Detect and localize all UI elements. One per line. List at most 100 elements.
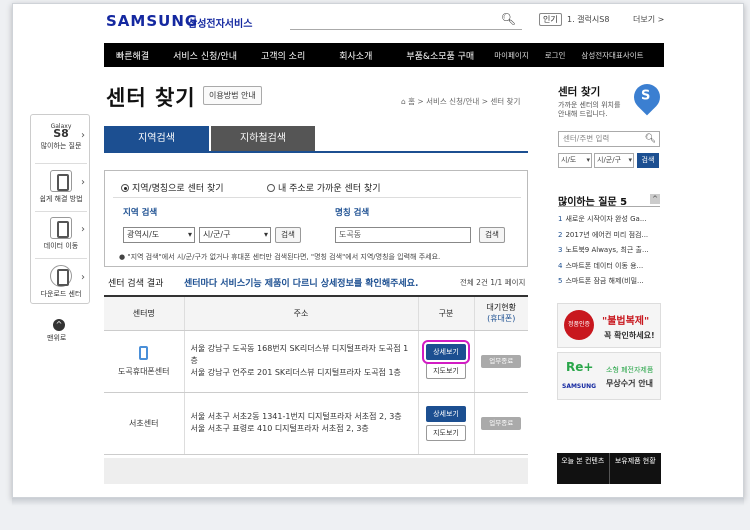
chevron-down-icon: ▾ [628,156,632,164]
chevron-down-icon: ▾ [586,156,590,164]
faq-text: 노트북9 Always, 최근 출... [565,246,649,254]
howto-button[interactable]: 이용방법 안내 [203,86,262,105]
gnb-login[interactable]: 로그인 [537,50,574,61]
scroll-top-button[interactable]: ^ [53,319,65,331]
owned-products-tab[interactable]: 보유제품 현황 [608,453,662,484]
radio-near-label: 내 주소로 가까운 센터 찾기 [278,184,381,194]
gnb-quick-fix[interactable]: 빠른해결 [104,49,161,62]
anti-piracy-banner[interactable]: 정품인증 "불법복제" 꼭 확인하세요! [557,303,661,348]
address-cell: 서울 서초구 서초2동 1341-1번지 디지털프라자 서초점 2, 3층 서울… [183,392,418,455]
name-search-input[interactable]: 도곡동 [335,227,471,243]
name-search-button[interactable]: 검색 [479,227,505,243]
district-select[interactable]: 시/군/구 ▾ [199,227,271,243]
radio-near-address[interactable]: 내 주소로 가까운 센터 찾기 [267,181,381,194]
list-item[interactable]: 5 스마트폰 잠금 해제(비밀... [558,274,662,290]
recycle-banner[interactable]: Re+ SAMSUNG 소형 폐전자제품 무상수거 안내 [557,352,661,400]
tab-region-search[interactable]: 지역검색 [104,126,209,151]
side-search-input[interactable]: 센터/주변 입력 🔍︎ [558,131,660,147]
divider [35,163,87,164]
quick-download-label: 다운로드 센터 [40,290,82,298]
phone-lock-icon [50,170,72,192]
status-badge: 업무종료 [481,354,522,368]
gnb-company-intro[interactable]: 회사소개 [317,49,394,62]
map-button[interactable]: 지도보기 [426,424,466,441]
side-footer-tabs: 오늘 본 컨텐츠 보유제품 현황 [557,453,661,484]
search-note: ● "지역 검색"에서 시/군/구가 없거나 휴대폰 센터만 검색된다면, "명… [119,253,441,261]
quick-galaxy-s8[interactable]: Galaxy S8 › 많이하는 질문 [31,123,91,151]
address-old: 서울 서초구 서초2동 1341-1번지 디지털프라자 서초점 2, 3층 [190,412,402,421]
list-item[interactable]: 4 스마트폰 데이터 이동 용... [558,259,662,275]
divider [35,258,87,259]
divider [558,206,660,207]
chevron-right-icon: › [81,272,85,283]
gnb-mypage[interactable]: 마이페이지 [486,50,537,61]
more-link[interactable]: 더보기 > [633,14,664,25]
tab-subway-search[interactable]: 지하철검색 [211,126,315,151]
wait-status-sub: (휴대폰) [487,314,516,324]
table-row: 서초센터 서울 서초구 서초2동 1341-1번지 디지털프라자 서초점 2, … [104,392,528,455]
list-item[interactable]: 3 노트북9 Always, 최근 출... [558,243,662,259]
popular-tag: 인기 [539,13,562,26]
side-search-button[interactable]: 검색 [637,153,659,168]
gnb-samsung-site[interactable]: 삼성전자대표사이트 [573,50,651,61]
side-search-placeholder: 센터/주변 입력 [563,134,610,143]
quick-data-move[interactable]: › 데이터 이동 [31,217,91,251]
faq-num: 3 [558,246,563,254]
wait-cell: 업무종료 [473,392,528,455]
samsung-logo[interactable]: SAMSUNG [106,12,198,30]
quick-menu: Galaxy S8 › 많이하는 질문 › 쉽게 해결 방법 › 데이터 이동 … [30,114,90,304]
radio-region-name[interactable]: 지역/명칭으로 센터 찾기 [121,181,224,194]
gnb-parts-purchase[interactable]: 부품&소모품 구매 [394,49,486,62]
map-button[interactable]: 지도보기 [426,362,466,379]
side-district-select[interactable]: 시/군/구 ▾ [594,153,634,168]
center-name[interactable]: 도곡휴대폰센터 [118,367,170,376]
quick-download[interactable]: › 다운로드 센터 [31,265,91,299]
divider [35,211,87,212]
quick-easy-fix[interactable]: › 쉽게 해결 방법 [31,170,91,204]
faq-num: 2 [558,230,563,239]
radio-checked-icon [121,184,129,192]
faq-num: 1 [558,215,563,223]
region-search-button[interactable]: 검색 [275,227,301,243]
divider [113,197,521,198]
scroll-top-label[interactable]: 맨위로 [47,333,66,343]
faq-list: 1 새로운 시작이자 완성 Ga... 2 2017년 에어컨 미리 점검... 3… [558,212,662,290]
city-select[interactable]: 광역시/도 ▾ [123,227,195,243]
banner1-title: "불법복제" [602,316,650,327]
list-item[interactable]: 1 새로운 시작이자 완성 Ga... [558,212,662,228]
faq-collapse-button[interactable]: ^ [650,194,660,204]
center-name-cell: 서초센터 [104,392,184,455]
popular-keyword[interactable]: 1. 갤럭시S8 [567,14,609,25]
center-name[interactable]: 서초센터 [129,419,158,428]
quick-easy-fix-label: 쉽게 해결 방법 [39,195,83,203]
logo-subtitle[interactable]: 삼성전자서비스 [188,15,252,30]
detail-button[interactable]: 상세보기 [422,339,470,364]
list-item[interactable]: 2 2017년 에어컨 미리 점검... [558,228,662,244]
detail-button[interactable]: 상세보기 [426,405,466,422]
search-box: 지역/명칭으로 센터 찾기 내 주소로 가까운 센터 찾기 지역 검색 명칭 검… [104,170,528,267]
recent-content-tab[interactable]: 오늘 본 컨텐츠 [557,453,609,484]
col-wait-status: 대기현황 (휴대폰) [473,295,528,331]
side-city-select[interactable]: 시/도 ▾ [558,153,592,168]
map-pin-letter: S [641,88,651,104]
top-search-input[interactable]: 🔍︎ [290,10,522,30]
gnb-customer-voice[interactable]: 고객의 소리 [249,49,317,62]
faq-num: 5 [558,277,563,285]
district-select-value: 시/군/구 [203,230,231,239]
search-icon[interactable]: 🔍︎ [645,132,656,146]
radio-region-label: 지역/명칭으로 센터 찾기 [132,184,224,194]
address-old: 서울 강남구 도곡동 168번지 SK리더스뷰 디지털프라자 도곡점 1층 [190,344,409,365]
result-notice-link[interactable]: 센터마다 서비스기능 제품이 다르니 상세정보를 확인해주세요. [184,276,418,289]
search-icon[interactable]: 🔍︎ [501,12,516,26]
side-desc-line1: 가까운 센터의 위치를 [558,101,621,109]
gnb-service-request[interactable]: 서비스 신청/안내 [161,49,249,62]
result-title: 센터 검색 결과 [108,279,164,289]
region-search-label: 지역 검색 [123,208,158,218]
breadcrumb: ⌂ 홈 > 서비스 신청/안내 > 센터 찾기 [401,97,521,106]
banner1-subtitle: 꼭 확인하세요! [604,331,655,340]
search-note-text: "지역 검색"에서 시/군/구가 없거나 휴대폰 센터만 검색된다면, "명칭 … [127,253,441,261]
chevron-down-icon: ▾ [263,230,268,239]
re-plus-logo: Re+ [566,360,594,374]
side-city-value: 시/도 [561,156,577,164]
table-row: 도곡휴대폰센터 서울 강남구 도곡동 168번지 SK리더스뷰 디지털프라자 도… [104,330,528,393]
